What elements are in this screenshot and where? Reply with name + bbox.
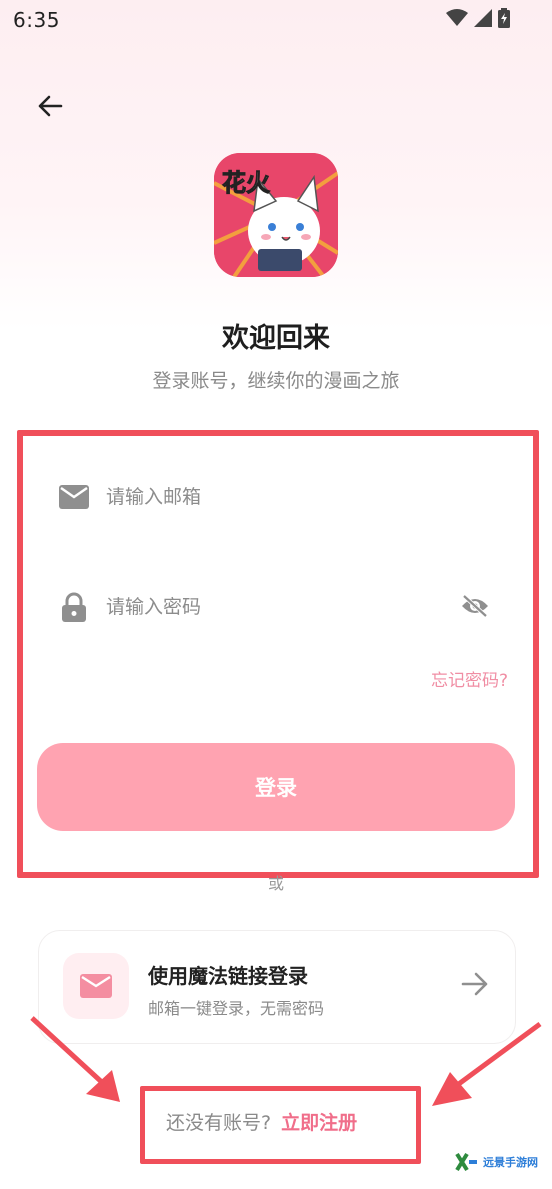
watermark: 远景手游网 <box>455 1152 538 1172</box>
or-divider: 或 <box>267 874 284 893</box>
status-time: 6:35 <box>13 8 60 32</box>
wifi-icon <box>446 9 468 26</box>
cat-mascot-logo: 花火 <box>214 153 338 277</box>
signal-icon <box>474 9 492 27</box>
watermark-logo-icon <box>455 1152 477 1172</box>
battery-icon <box>498 8 510 28</box>
email-input[interactable] <box>104 485 428 509</box>
arrow-left-icon <box>38 95 63 117</box>
welcome-title: 欢迎回来 <box>222 323 330 354</box>
magic-link-subtitle: 邮箱一键登录，无需密码 <box>148 999 325 1018</box>
magic-link-icon-box <box>63 953 129 1019</box>
annotation-arrow-right <box>432 1021 542 1106</box>
no-account-prompt: 还没有账号? <box>166 1112 272 1134</box>
email-field[interactable] <box>44 462 504 532</box>
arrow-right-icon <box>461 971 489 1001</box>
password-field[interactable] <box>44 572 504 642</box>
login-button[interactable]: 登录 <box>37 743 515 831</box>
password-input[interactable] <box>104 595 428 619</box>
eye-off-icon[interactable] <box>460 594 490 622</box>
welcome-subtitle: 登录账号，继续你的漫画之旅 <box>152 370 400 392</box>
mail-icon <box>80 974 112 998</box>
forgot-password-link[interactable]: 忘记密码? <box>431 666 508 691</box>
back-button[interactable] <box>28 84 72 128</box>
magic-link-title: 使用魔法链接登录 <box>148 964 308 988</box>
watermark-text: 远景手游网 <box>483 1156 538 1169</box>
mail-icon <box>44 485 104 509</box>
status-icons <box>446 8 510 28</box>
register-row: 还没有账号? 立即注册 <box>166 1108 357 1135</box>
lock-icon <box>44 592 104 622</box>
annotation-arrow-left <box>30 1016 120 1102</box>
app-logo: 花火 <box>214 153 338 277</box>
logo-text: 花火 <box>222 169 270 197</box>
register-link[interactable]: 立即注册 <box>281 1108 357 1135</box>
